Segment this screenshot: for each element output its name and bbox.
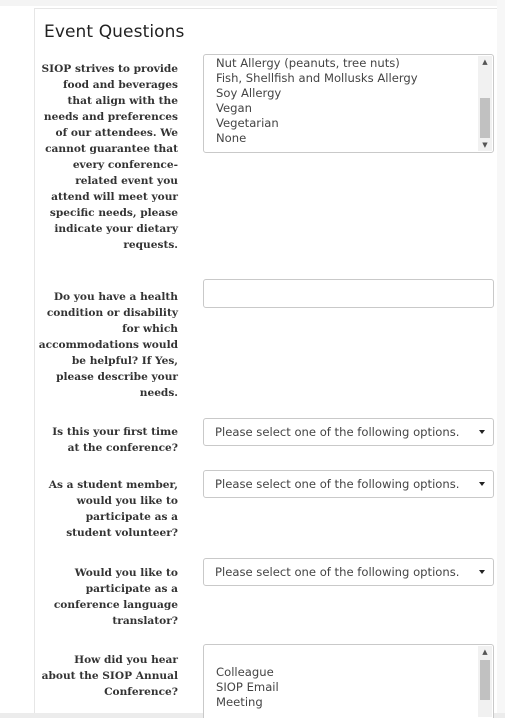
translator-select-value: Please select one of the following optio… [215,565,460,579]
student-volunteer-select[interactable]: Please select one of the following optio… [203,470,494,498]
health-question-label: Do you have a health condition or disabi… [38,291,178,399]
page-top-strip [0,0,505,6]
dietary-option[interactable]: None [204,131,493,146]
triangle-up-icon[interactable]: ▲ [478,646,492,658]
hear-about-question-label: How did you hear about the SIOP Annual C… [41,654,178,698]
dietary-scroll-thumb[interactable] [480,98,490,138]
hear-about-scroll-thumb[interactable] [480,660,490,700]
dietary-option[interactable]: Soy Allergy [204,86,493,101]
dietary-listbox[interactable]: Nut Allergy (peanuts, tree nuts) Fish, S… [203,54,494,153]
first-time-select[interactable]: Please select one of the following optio… [203,418,494,446]
dietary-option[interactable]: Fish, Shellfish and Mollusks Allergy [204,71,493,86]
triangle-down-icon[interactable]: ▼ [478,139,492,151]
first-time-question-label: Is this your first time at the conferenc… [52,426,178,454]
caret-down-icon [479,430,485,434]
student-volunteer-select-value: Please select one of the following optio… [215,477,460,491]
hear-about-option[interactable]: SIOP Email [204,680,493,695]
translator-select[interactable]: Please select one of the following optio… [203,558,494,586]
first-time-select-value: Please select one of the following optio… [215,425,460,439]
triangle-up-icon[interactable]: ▲ [478,56,492,68]
caret-down-icon [479,570,485,574]
dietary-question-label: SIOP strives to provide food and beverag… [41,63,178,251]
dietary-option[interactable]: Nut Allergy (peanuts, tree nuts) [204,56,493,71]
health-needs-input[interactable] [203,279,494,308]
dietary-scrollbar[interactable]: ▲ ▼ [478,56,492,151]
page-right-strip [497,0,505,718]
hear-about-option[interactable]: Colleague [204,665,493,680]
hear-about-option[interactable]: Meeting [204,695,493,710]
hear-about-listbox[interactable]: Colleague SIOP Email Meeting ▲ [203,644,494,718]
hear-about-scrollbar[interactable]: ▲ [478,646,492,717]
dietary-option[interactable]: Vegan [204,101,493,116]
dietary-option[interactable]: Vegetarian [204,116,493,131]
section-title: Event Questions [44,22,185,42]
student-volunteer-question-label: As a student member, would you like to p… [48,479,178,539]
caret-down-icon [479,482,485,486]
translator-question-label: Would you like to participate as a confe… [53,567,178,627]
